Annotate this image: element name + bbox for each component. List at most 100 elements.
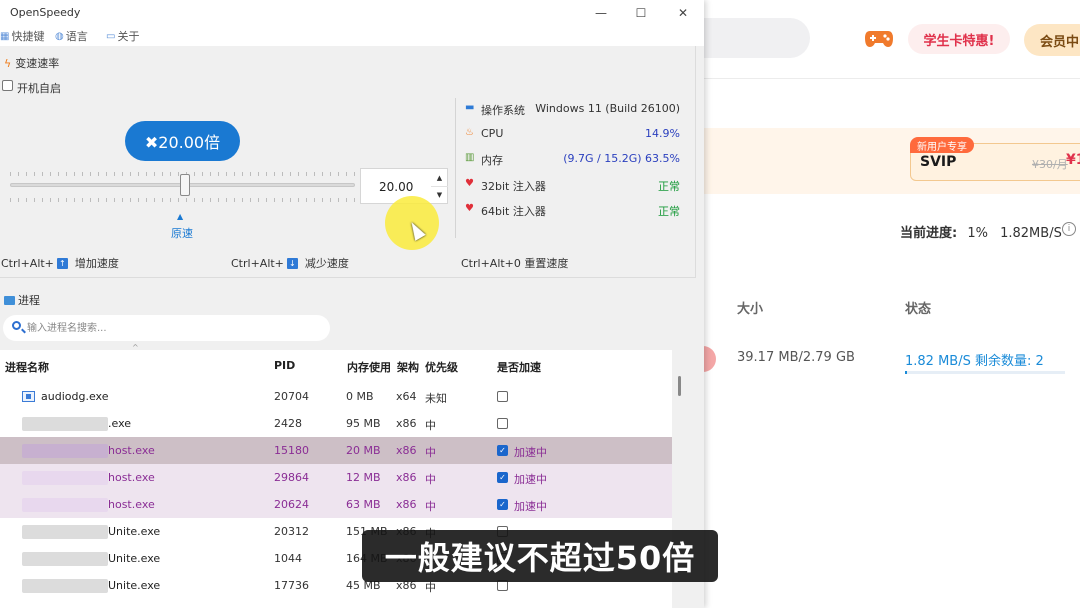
os-label: 操作系统 xyxy=(481,104,525,117)
process-name: .exe xyxy=(108,417,132,430)
sys-mem-row: ▥ 内存 (9.7G / 15.2G) 63.5% xyxy=(465,152,680,168)
table-scrollbar[interactable] xyxy=(678,376,681,396)
keyboard-icon: ▦ xyxy=(0,30,10,42)
menu-hotkeys-label: 快捷键 xyxy=(11,30,45,43)
hotkey-increase-label: 增加速度 xyxy=(74,257,119,270)
menu-language[interactable]: ◍ 语言 xyxy=(55,28,88,44)
redacted-name xyxy=(22,525,108,539)
download-progress-bar xyxy=(905,371,1065,374)
cpu-label: CPU xyxy=(481,127,504,140)
progress-label: 当前进度: xyxy=(900,226,958,241)
process-name: Unite.exe xyxy=(108,525,161,538)
hotkey-reset-label: Ctrl+Alt+0 重置速度 xyxy=(461,257,569,270)
process-pid: 20704 xyxy=(274,390,309,403)
table-row[interactable]: host.exe 15180 20 MB x86 中 ✓ 加速中 xyxy=(0,437,672,464)
spin-down-icon[interactable]: ▼ xyxy=(431,186,448,203)
process-name: audiodg.exe xyxy=(41,390,109,403)
redacted-name xyxy=(22,552,108,566)
process-search[interactable] xyxy=(3,315,330,341)
process-icon xyxy=(4,295,15,305)
process-priority: 中 xyxy=(425,419,436,432)
autostart-checkbox[interactable] xyxy=(2,80,13,91)
accelerate-checkbox[interactable]: ✓ xyxy=(497,472,508,483)
gamepad-icon[interactable] xyxy=(864,26,894,50)
heart-icon: ♥ xyxy=(465,178,474,189)
col-pid[interactable]: PID xyxy=(274,359,295,372)
col-memory[interactable]: 内存使用 xyxy=(347,359,391,375)
menu-language-label: 语言 xyxy=(65,30,88,43)
process-priority: 中 xyxy=(425,500,436,513)
origin-speed-label: 原速 xyxy=(171,227,193,240)
info-icon[interactable]: i xyxy=(1062,222,1076,236)
inj64-value: 正常 xyxy=(658,205,680,218)
redacted-name xyxy=(22,417,108,431)
process-arch: x86 xyxy=(396,471,417,484)
process-title-text: 进程 xyxy=(18,294,40,307)
flame-icon: ♨ xyxy=(465,127,474,138)
minimize-button[interactable]: — xyxy=(592,4,610,22)
openspeedy-window: OpenSpeedy — ☐ ✕ ▦ 快捷键 ◍ 语言 ▭ 关于 ϟ 变速速率 … xyxy=(0,0,704,608)
col-name[interactable]: 进程名称 xyxy=(5,359,49,375)
process-arch: x86 xyxy=(396,498,417,511)
accelerate-checkbox[interactable]: ✓ xyxy=(497,445,508,456)
window-title: OpenSpeedy xyxy=(10,6,81,19)
accelerating-label: 加速中 xyxy=(514,473,547,486)
accelerate-checkbox[interactable] xyxy=(497,418,508,429)
redacted-name xyxy=(22,579,108,593)
origin-marker-icon: ▲ xyxy=(177,212,184,221)
accelerate-checkbox[interactable]: ✓ xyxy=(497,499,508,510)
bg-search-box[interactable] xyxy=(700,18,810,58)
process-arch: x86 xyxy=(396,417,417,430)
table-row[interactable]: host.exe 20624 63 MB x86 中 ✓ 加速中 xyxy=(0,491,672,518)
menu-hotkeys[interactable]: ▦ 快捷键 xyxy=(0,28,44,44)
hotkey-increase: Ctrl+Alt+ ↑ 增加速度 xyxy=(1,255,119,271)
spin-up-icon[interactable]: ▲ xyxy=(431,169,448,186)
student-promo-button[interactable]: 学生卡特惠! xyxy=(908,24,1010,54)
speed-section-title: ϟ 变速速率 xyxy=(4,55,59,71)
process-arch: x64 xyxy=(396,390,417,403)
process-memory: 12 MB xyxy=(346,471,381,484)
speed-display: ✖20.00倍 xyxy=(125,121,240,161)
file-status: 1.82 MB/S 剩余数量: 2 xyxy=(905,354,1044,369)
process-pid: 29864 xyxy=(274,471,309,484)
progress-speed: 1.82MB/S xyxy=(1000,226,1062,241)
menu-about[interactable]: ▭ 关于 xyxy=(106,28,139,44)
speed-slider[interactable] xyxy=(10,172,355,202)
download-progress-fill xyxy=(905,371,907,374)
title-bar[interactable]: OpenSpeedy — ☐ ✕ xyxy=(0,0,704,26)
close-button[interactable]: ✕ xyxy=(674,4,692,22)
search-icon xyxy=(12,321,21,330)
vip-center-button[interactable]: 会员中 xyxy=(1024,24,1080,56)
audio-process-icon xyxy=(22,391,35,402)
accelerate-checkbox[interactable] xyxy=(497,391,508,402)
inj64-label: 64bit 注入器 xyxy=(481,205,546,218)
spinbox-value[interactable]: 20.00 xyxy=(379,180,413,194)
slider-thumb[interactable] xyxy=(180,174,190,196)
divider xyxy=(700,78,1080,79)
maximize-button[interactable]: ☐ xyxy=(632,4,650,22)
table-row[interactable]: host.exe 29864 12 MB x86 中 ✓ 加速中 xyxy=(0,464,672,491)
process-name: Unite.exe xyxy=(108,552,161,565)
progress-summary: 当前进度: 1% 1.82MB/S xyxy=(900,222,1062,241)
column-status: 状态 xyxy=(905,302,932,317)
sys-os-row: ▬ 操作系统 Windows 11 (Build 26100) xyxy=(465,102,680,118)
table-row[interactable]: audiodg.exe 20704 0 MB x64 未知 xyxy=(0,383,672,410)
process-pid: 1044 xyxy=(274,552,302,565)
progress-percent: 1% xyxy=(967,226,988,241)
bar-chart-icon: ▥ xyxy=(465,152,475,163)
col-arch[interactable]: 架构 xyxy=(397,359,419,375)
sys-inj32-row: ♥ 32bit 注入器 正常 xyxy=(465,178,680,194)
svip-label: SVIP xyxy=(920,154,957,170)
process-name: host.exe xyxy=(108,471,155,484)
col-accelerated[interactable]: 是否加速 xyxy=(497,359,541,375)
divider xyxy=(455,98,456,238)
process-memory: 0 MB xyxy=(346,390,374,403)
search-input[interactable] xyxy=(27,321,317,335)
col-priority[interactable]: 优先级 xyxy=(425,359,458,375)
table-row[interactable]: .exe 2428 95 MB x86 中 xyxy=(0,410,672,437)
process-name: host.exe xyxy=(108,498,155,511)
inj32-value: 正常 xyxy=(658,180,680,193)
process-priority: 未知 xyxy=(425,392,447,405)
hotkey-decrease-combo: Ctrl+Alt+ xyxy=(231,256,284,270)
monitor-icon: ▬ xyxy=(465,102,475,113)
